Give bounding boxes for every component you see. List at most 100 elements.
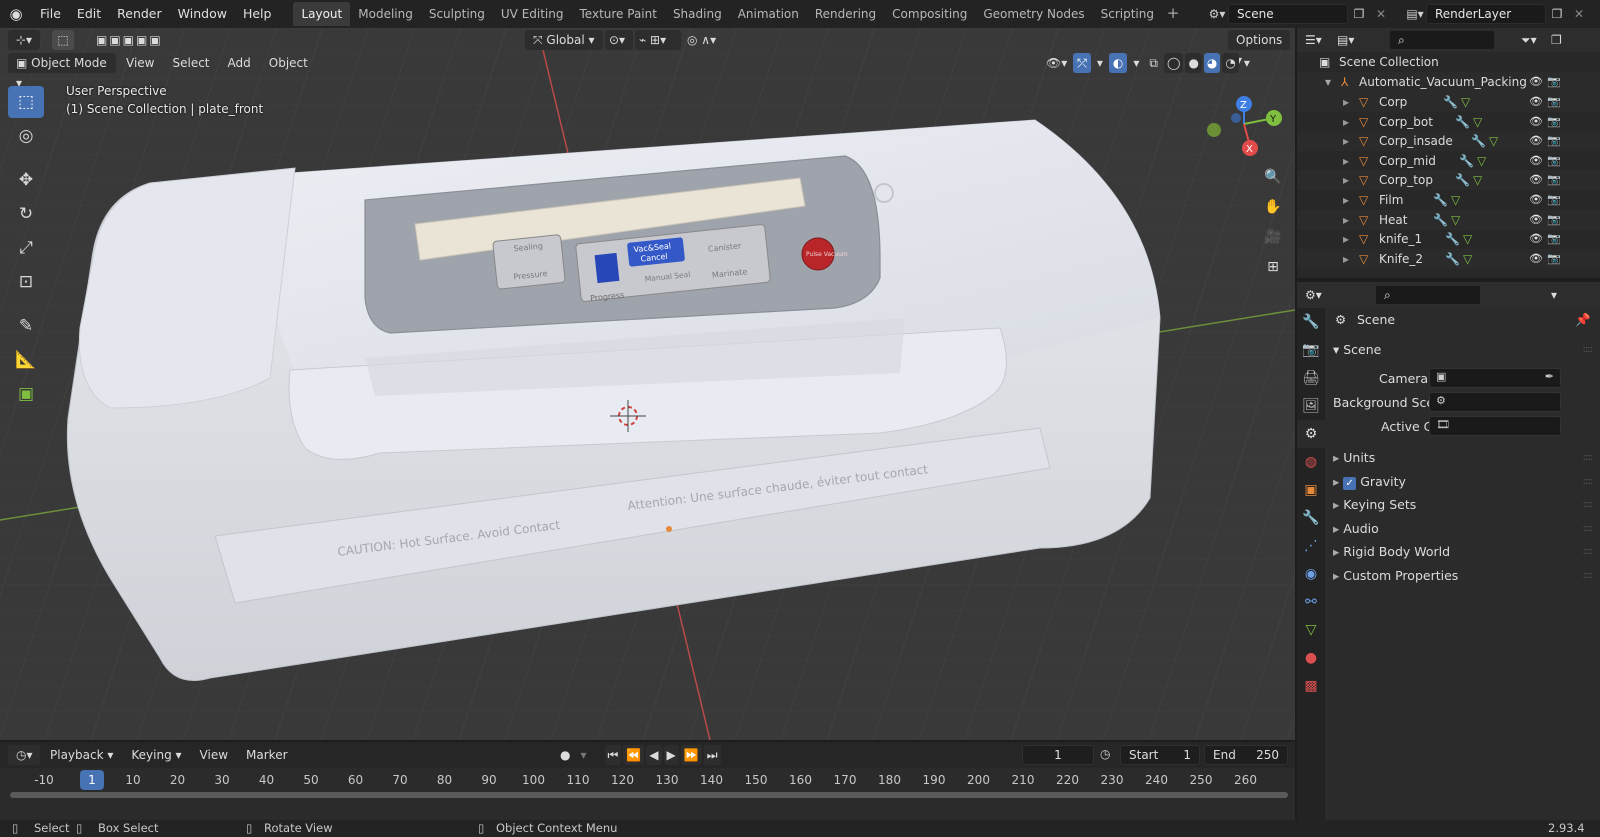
modifier-wrench-icon[interactable]: 🔧 bbox=[1455, 112, 1470, 132]
scene-panel-header[interactable]: ▾ Scene bbox=[1333, 342, 1381, 357]
active-clip-field[interactable]: 🎞 bbox=[1429, 416, 1561, 436]
xray-icon[interactable]: ⧉ bbox=[1145, 53, 1162, 73]
material-tab-icon[interactable]: ● bbox=[1297, 644, 1325, 672]
timeline-scrollbar[interactable] bbox=[10, 792, 1288, 798]
render-camera-icon[interactable]: 📷 bbox=[1547, 92, 1561, 112]
modifier-wrench-icon[interactable]: 🔧 bbox=[1445, 229, 1460, 249]
proportional-edit-icon[interactable]: ◎ ∧▾ bbox=[683, 30, 729, 50]
tab-rendering[interactable]: Rendering bbox=[807, 2, 884, 26]
expand-arrow-icon[interactable]: ▾ bbox=[1325, 72, 1331, 92]
move-icon[interactable]: ✥ bbox=[8, 164, 44, 196]
record-icon[interactable]: ● bbox=[556, 745, 574, 765]
render-camera-icon[interactable]: 📷 bbox=[1547, 131, 1561, 151]
visibility-eye-icon[interactable]: 👁 bbox=[1529, 170, 1543, 190]
view-layer-tab-icon[interactable]: 🖼 bbox=[1297, 392, 1325, 420]
wireframe-shading-icon[interactable]: ◯ bbox=[1164, 53, 1184, 73]
tab-geometry-nodes[interactable]: Geometry Nodes bbox=[975, 2, 1092, 26]
expand-arrow-icon[interactable]: ▸ bbox=[1343, 151, 1349, 171]
constraints-tab-icon[interactable]: ⚯ bbox=[1297, 588, 1325, 616]
pin-icon[interactable]: 📌 bbox=[1575, 312, 1591, 328]
drag-handle-icon[interactable]: :::: bbox=[1583, 546, 1594, 557]
expand-arrow-icon[interactable]: ▸ bbox=[1343, 229, 1349, 249]
gizmo-toggle-icon[interactable]: ⤱ bbox=[1073, 53, 1091, 73]
rendered-shading-icon[interactable]: ◔ bbox=[1222, 53, 1239, 73]
record-dropdown-icon[interactable]: ▾ bbox=[576, 745, 590, 765]
properties-search-input[interactable]: ⌕ bbox=[1375, 285, 1481, 305]
tab-shading[interactable]: Shading bbox=[665, 2, 730, 26]
outliner-object-row[interactable]: ▸ ▽ Corp_mid 🔧 ▽ 👁 📷 bbox=[1297, 151, 1600, 171]
menu-timeline-view[interactable]: View bbox=[192, 745, 236, 765]
properties-options-icon[interactable]: ▾ bbox=[1547, 285, 1561, 305]
outliner-object-row[interactable]: ▸ ▽ Corp 🔧 ▽ 👁 📷 bbox=[1297, 92, 1600, 112]
visibility-eye-icon[interactable]: 👁 bbox=[1529, 190, 1543, 210]
outliner-object-row[interactable]: ▸ ▽ knife_1 🔧 ▽ 👁 📷 bbox=[1297, 229, 1600, 249]
subpanel-units[interactable]: ▸ Units bbox=[1333, 450, 1375, 465]
new-scene-icon[interactable]: ❐ bbox=[1348, 4, 1370, 24]
outliner-scene-collection[interactable]: ▣ Scene Collection bbox=[1297, 52, 1600, 72]
modifier-wrench-icon[interactable]: 🔧 bbox=[1471, 131, 1486, 151]
output-tab-icon[interactable]: 🖨 bbox=[1297, 364, 1325, 392]
expand-arrow-icon[interactable]: ▸ bbox=[1343, 249, 1349, 269]
subpanel-rigid-body-world[interactable]: ▸ Rigid Body World bbox=[1333, 544, 1450, 559]
jump-start-icon[interactable]: ⏮ bbox=[604, 745, 622, 765]
play-reverse-icon[interactable]: ◀ bbox=[646, 745, 662, 765]
tool-tab-icon[interactable]: 🔧 bbox=[1297, 308, 1325, 336]
menu-playback[interactable]: Playback ▾ bbox=[42, 745, 121, 765]
delete-view-layer-icon[interactable]: ✕ bbox=[1568, 4, 1590, 24]
mesh-data-icon[interactable]: ▽ bbox=[1477, 151, 1486, 171]
modifier-wrench-icon[interactable]: 🔧 bbox=[1459, 151, 1474, 171]
overlay-toggle-icon[interactable]: ◐ bbox=[1108, 53, 1128, 73]
tab-modeling[interactable]: Modeling bbox=[350, 2, 421, 26]
visibility-eye-icon[interactable]: 👁 bbox=[1529, 72, 1543, 92]
render-camera-icon[interactable]: 📷 bbox=[1547, 190, 1561, 210]
add-cube-icon[interactable]: ▣ bbox=[8, 378, 44, 410]
render-camera-icon[interactable]: 📷 bbox=[1547, 170, 1561, 190]
render-camera-icon[interactable]: 📷 bbox=[1547, 151, 1561, 171]
zoom-icon[interactable]: 🔍 bbox=[1260, 164, 1286, 190]
gizmo-neg-z-axis[interactable] bbox=[1231, 113, 1241, 123]
3d-viewport[interactable]: Sealing Pressure Progress Vac&Seal Cance… bbox=[0, 28, 1295, 740]
camera-field[interactable]: ▣ ✒ bbox=[1429, 368, 1561, 388]
expand-arrow-icon[interactable]: ▸ bbox=[1343, 190, 1349, 210]
mode-dropdown[interactable]: ▣ Object Mode ▾ bbox=[8, 53, 116, 90]
scene-tab-icon[interactable]: ⚙ bbox=[1297, 420, 1325, 448]
mesh-data-icon[interactable]: ▽ bbox=[1463, 249, 1472, 269]
expand-arrow-icon[interactable]: ▸ bbox=[1343, 210, 1349, 230]
tab-scripting[interactable]: Scripting bbox=[1093, 2, 1162, 26]
cursor-icon[interactable]: ◎ bbox=[8, 120, 44, 152]
visibility-eye-icon[interactable]: 👁 bbox=[1529, 92, 1543, 112]
modifier-wrench-icon[interactable]: 🔧 bbox=[1443, 92, 1458, 112]
menu-render[interactable]: Render bbox=[109, 0, 170, 28]
outliner-object-row[interactable]: ▸ ▽ Heat 🔧 ▽ 👁 📷 bbox=[1297, 209, 1600, 230]
render-camera-icon[interactable]: 📷 bbox=[1547, 72, 1561, 92]
mesh-data-icon[interactable]: ▽ bbox=[1489, 131, 1498, 151]
subpanel-gravity[interactable]: ▸ ✓ Gravity bbox=[1333, 474, 1406, 490]
visibility-eye-icon[interactable]: 👁 bbox=[1529, 210, 1543, 230]
menu-window[interactable]: Window bbox=[170, 0, 235, 28]
texture-tab-icon[interactable]: ▩ bbox=[1297, 672, 1325, 700]
preview-range-icon[interactable]: ◷ bbox=[1100, 747, 1110, 761]
pan-hand-icon[interactable]: ✋ bbox=[1260, 194, 1286, 220]
render-camera-icon[interactable]: 📷 bbox=[1547, 112, 1561, 132]
menu-view[interactable]: View bbox=[118, 53, 162, 73]
menu-help[interactable]: Help bbox=[235, 0, 280, 28]
data-tab-icon[interactable]: ▽ bbox=[1297, 616, 1325, 644]
new-collection-icon[interactable]: ❐ bbox=[1547, 30, 1566, 50]
measure-icon[interactable]: 📐 bbox=[8, 344, 44, 376]
visibility-eye-icon[interactable]: 👁 bbox=[1529, 151, 1543, 171]
render-camera-icon[interactable]: 📷 bbox=[1547, 249, 1561, 269]
current-frame-indicator[interactable]: 1 bbox=[80, 770, 104, 790]
scale-icon[interactable]: ⤢ bbox=[8, 232, 44, 264]
menu-marker[interactable]: Marker bbox=[238, 745, 295, 765]
gizmo-neg-y-axis[interactable] bbox=[1207, 123, 1221, 137]
next-keyframe-icon[interactable]: ⏩ bbox=[680, 745, 702, 765]
drag-handle-icon[interactable]: :::: bbox=[1583, 523, 1594, 534]
camera-view-icon[interactable]: 🎥 bbox=[1260, 224, 1286, 250]
modifier-wrench-icon[interactable]: 🔧 bbox=[1433, 190, 1448, 210]
outliner-object-row[interactable]: ▸ ▽ Corp_top 🔧 ▽ 👁 📷 bbox=[1297, 170, 1600, 191]
tab-sculpting[interactable]: Sculpting bbox=[421, 2, 493, 26]
editor-type-icon[interactable]: ⊹▾ bbox=[8, 30, 40, 50]
eyedropper-icon[interactable]: ✒ bbox=[1545, 370, 1554, 383]
outliner-editor-type-icon[interactable]: ☰▾ bbox=[1301, 30, 1331, 50]
solid-shading-icon[interactable]: ● bbox=[1185, 53, 1202, 73]
